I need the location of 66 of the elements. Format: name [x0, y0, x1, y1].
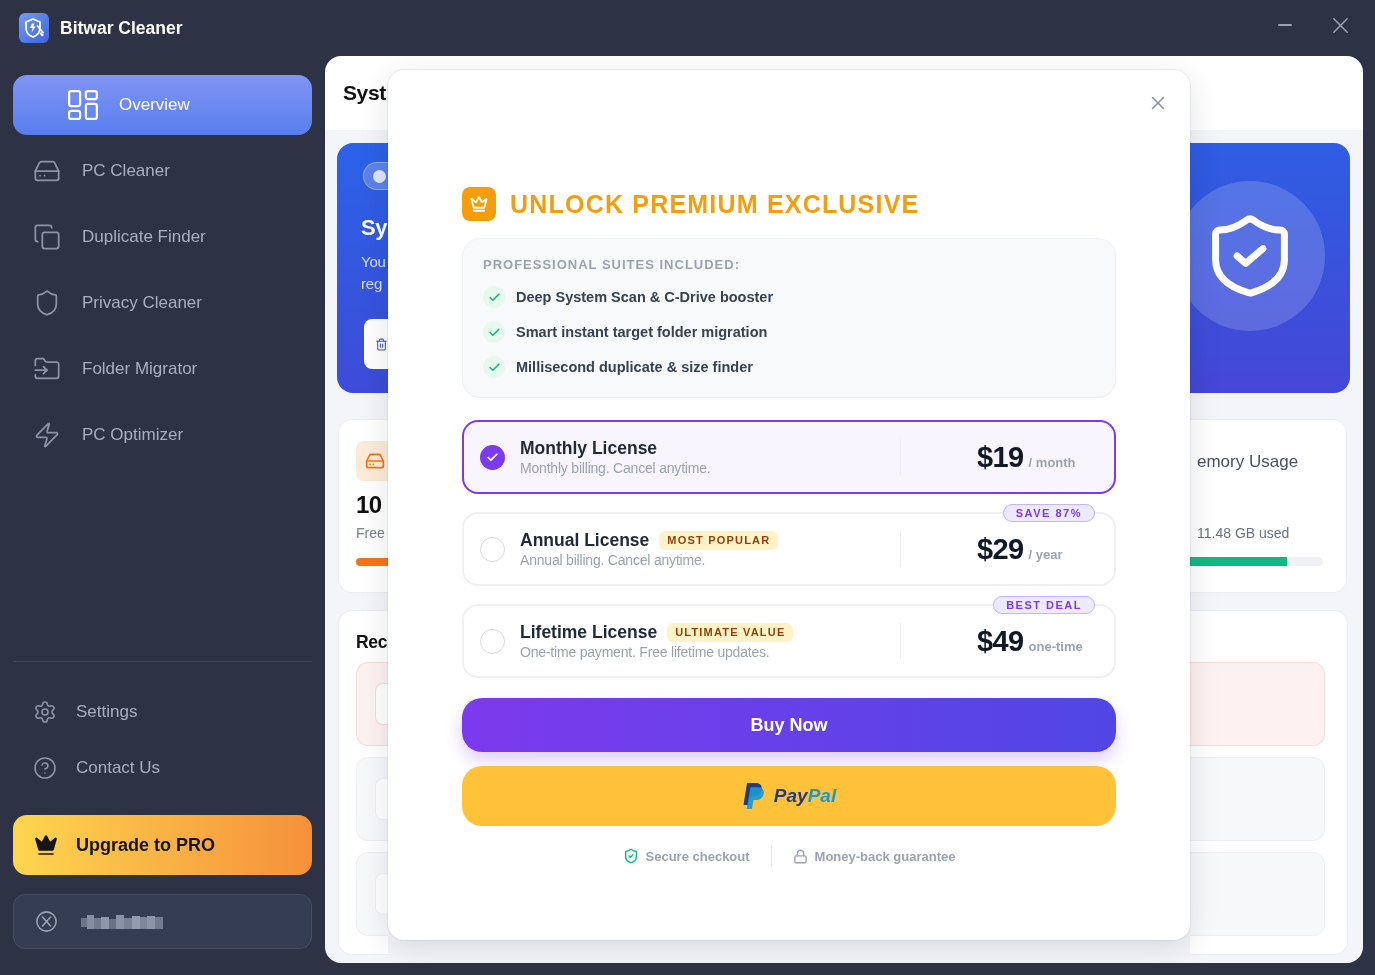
plan-description: Annual billing. Cancel anytime. [520, 551, 707, 569]
check-icon [483, 356, 505, 378]
paypal-logo-text: PayPal [773, 785, 837, 807]
deal-tag: SAVE 87% [1002, 504, 1095, 522]
check-icon [483, 321, 505, 343]
lightning-icon [33, 421, 61, 449]
sidebar-item[interactable]: Contact Us [13, 746, 312, 790]
page-title: Syst [343, 80, 386, 106]
dialog-title: UNLOCK PREMIUM EXCLUSIVE [510, 189, 920, 219]
shield-check-icon [1190, 181, 1325, 331]
plan-description: One-time payment. Free lifetime updates. [520, 643, 771, 661]
lock-icon [792, 848, 808, 864]
sidebar-item[interactable]: Settings [13, 690, 312, 734]
price-amount: $19 [977, 440, 1024, 474]
sidebar-item[interactable]: Privacy Cleaner [13, 273, 312, 333]
paypal-p-icon [741, 783, 764, 809]
upgrade-button[interactable]: Upgrade to PRO [13, 815, 312, 875]
app-title: Bitwar Cleaner [60, 17, 183, 39]
account-panel[interactable] [13, 894, 312, 949]
paypal-button[interactable]: PayPal [462, 766, 1116, 826]
plan-description: Monthly billing. Cancel anytime. [520, 459, 712, 477]
minimize-icon [1278, 24, 1292, 26]
sidebar-item[interactable]: Overview [13, 75, 312, 135]
check-icon [483, 286, 505, 308]
hero-heading: Sy [361, 214, 388, 242]
app-logo-icon [19, 13, 49, 43]
close-icon [1332, 17, 1348, 33]
features-heading: PROFESSIONAL SUITES INCLUDED: [483, 257, 741, 273]
shield-check-icon [622, 848, 639, 864]
trash-icon [375, 337, 388, 351]
crown-icon [34, 833, 58, 857]
plan-tag: ULTIMATE VALUE [667, 622, 794, 642]
settings-icon [33, 700, 57, 724]
help-icon [33, 756, 57, 780]
hero-description: You reg [361, 252, 386, 294]
feature-text: Smart instant target folder migration [516, 324, 768, 340]
plan-option[interactable]: Monthly License Monthly billing. Cancel anytime. $19 / month [462, 420, 1116, 494]
x-logo-icon [36, 911, 57, 932]
buy-now-button[interactable]: Buy Now [462, 698, 1116, 752]
price-amount: $49 [977, 624, 1024, 658]
sidebar-item[interactable]: Folder Migrator [13, 339, 312, 399]
plan-name: Annual License [520, 529, 650, 551]
sidebar-item[interactable]: Duplicate Finder [13, 207, 312, 267]
copy-icon [33, 223, 61, 251]
section-title: Rec [356, 631, 388, 654]
sidebar-item[interactable]: PC Optimizer [13, 405, 312, 465]
stat-value: 10 [356, 490, 382, 520]
price-amount: $29 [977, 532, 1024, 566]
hard-drive-icon [356, 441, 388, 481]
plan-name: Lifetime License [520, 621, 658, 643]
dashboard-grid-icon [68, 90, 98, 120]
feature-text: Deep System Scan & C-Drive booster [516, 289, 774, 305]
action-button[interactable] [364, 319, 388, 369]
crown-icon [462, 187, 496, 221]
dot-indicator-icon [363, 162, 388, 190]
stat-caption: Free [356, 524, 385, 543]
price-period: / month [1028, 455, 1076, 470]
sidebar-item[interactable]: PC Cleaner [13, 141, 312, 201]
deal-tag: BEST DEAL [993, 596, 1095, 614]
card-title: emory Usage [1197, 451, 1299, 473]
feature-text: Millisecond duplicate & size finder [516, 359, 753, 375]
stat-caption: 11.48 GB used [1197, 524, 1290, 543]
assurance-text: Money-back guarantee [814, 848, 956, 864]
assurance-text: Secure checkout [645, 848, 750, 864]
plan-name: Monthly License [520, 437, 658, 459]
plan-tag: MOST POPULAR [659, 530, 779, 550]
